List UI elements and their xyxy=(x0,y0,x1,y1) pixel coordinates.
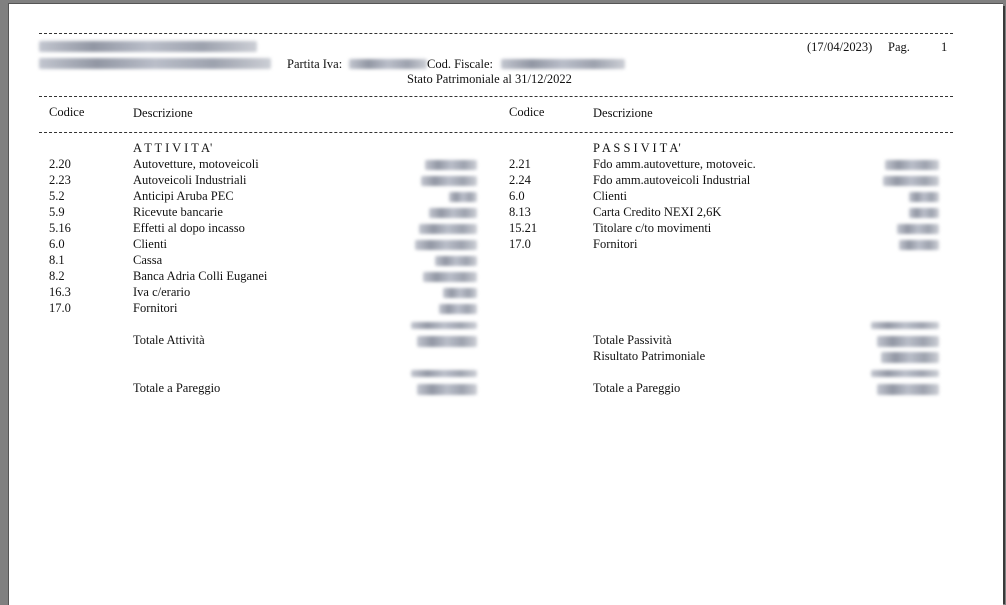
totale-passivita-label: Totale Passività xyxy=(593,333,672,347)
attivita-row-description: Clienti xyxy=(133,237,168,251)
passivita-row-code: 15.21 xyxy=(509,221,538,235)
attivita-row-redacted-amount xyxy=(425,160,477,170)
redacted-totale-pareggio-left xyxy=(417,384,477,395)
attivita-section-title: A T T I V I T A' xyxy=(133,141,213,155)
passivita-row-description: Titolare c/to movimenti xyxy=(593,221,712,235)
attivita-row-redacted-amount xyxy=(439,304,477,314)
attivita-row-code: 5.16 xyxy=(49,221,71,235)
attivita-row-redacted-amount xyxy=(449,192,477,202)
totale-attivita-label: Totale Attività xyxy=(133,333,205,347)
passivita-row-code: 6.0 xyxy=(509,189,525,203)
attivita-row-code: 2.23 xyxy=(49,173,71,187)
passivita-row-code: 2.24 xyxy=(509,173,531,187)
totale-pareggio-right-label: Totale a Pareggio xyxy=(593,381,681,395)
passivita-row-redacted-amount xyxy=(897,224,939,234)
attivita-subtotal-rule xyxy=(411,322,477,329)
redacted-risultato-patrimoniale xyxy=(881,352,939,363)
column-header-descrizione-right: Descrizione xyxy=(593,106,653,120)
passivita-row-code: 2.21 xyxy=(509,157,531,171)
totale-pareggio-left-label: Totale a Pareggio xyxy=(133,381,221,395)
attivita-row-redacted-amount xyxy=(415,240,477,250)
redacted-totale-passivita xyxy=(877,336,939,347)
attivita-row-redacted-amount xyxy=(423,272,477,282)
redacted-totale-pareggio-right xyxy=(877,384,939,395)
attivita-pareggio-rule xyxy=(411,370,477,377)
passivita-row-redacted-amount xyxy=(885,160,939,170)
passivita-row-code: 17.0 xyxy=(509,237,531,251)
report-title: Stato Patrimoniale al 31/12/2022 xyxy=(407,72,572,86)
redacted-company-name xyxy=(39,41,257,52)
report-page: (17/04/2023) Pag. 1 Partita Iva: Cod. Fi… xyxy=(8,3,1003,605)
partita-iva-label: Partita Iva: xyxy=(287,57,343,71)
cod-fiscale-label: Cod. Fiscale: xyxy=(427,57,493,71)
attivita-row-code: 17.0 xyxy=(49,301,71,315)
top-divider xyxy=(39,33,953,34)
attivita-row-description: Iva c/erario xyxy=(133,285,191,299)
attivita-row-description: Anticipi Aruba PEC xyxy=(133,189,234,203)
passivita-row-redacted-amount xyxy=(883,176,939,186)
columns-divider xyxy=(39,132,953,133)
redacted-company-address xyxy=(39,58,271,69)
attivita-row-code: 6.0 xyxy=(49,237,65,251)
passivita-row-redacted-amount xyxy=(899,240,939,250)
redacted-totale-attivita xyxy=(417,336,477,347)
attivita-row-description: Cassa xyxy=(133,253,163,267)
passivita-pareggio-rule xyxy=(871,370,939,377)
passivita-row-description: Clienti xyxy=(593,189,628,203)
passivita-section-title: P A S S I V I T A' xyxy=(593,141,681,155)
passivita-row-code: 8.13 xyxy=(509,205,531,219)
attivita-row-description: Autovetture, motoveicoli xyxy=(133,157,259,171)
column-header-descrizione-left: Descrizione xyxy=(133,106,193,120)
passivita-row-description: Fornitori xyxy=(593,237,638,251)
passivita-row-redacted-amount xyxy=(909,208,939,218)
attivita-row-code: 5.2 xyxy=(49,189,65,203)
page-number: 1 xyxy=(941,40,948,54)
report-date: (17/04/2023) xyxy=(807,40,873,54)
attivita-row-code: 5.9 xyxy=(49,205,65,219)
attivita-row-redacted-amount xyxy=(419,224,477,234)
passivita-row-redacted-amount xyxy=(909,192,939,202)
attivita-row-code: 8.1 xyxy=(49,253,65,267)
redacted-cod-fiscale xyxy=(501,59,625,69)
redacted-partita-iva xyxy=(349,59,427,69)
risultato-patrimoniale-label: Risultato Patrimoniale xyxy=(593,349,706,363)
attivita-row-description: Ricevute bancarie xyxy=(133,205,223,219)
attivita-row-description: Banca Adria Colli Euganei xyxy=(133,269,268,283)
passivita-row-description: Carta Credito NEXI 2,6K xyxy=(593,205,722,219)
attivita-row-description: Fornitori xyxy=(133,301,178,315)
attivita-row-description: Effetti al dopo incasso xyxy=(133,221,245,235)
attivita-row-code: 16.3 xyxy=(49,285,71,299)
attivita-row-redacted-amount xyxy=(429,208,477,218)
attivita-row-redacted-amount xyxy=(443,288,477,298)
attivita-row-code: 8.2 xyxy=(49,269,65,283)
attivita-row-redacted-amount xyxy=(435,256,477,266)
column-header-codice-left: Codice xyxy=(49,105,85,119)
attivita-row-code: 2.20 xyxy=(49,157,71,171)
header-divider xyxy=(39,96,953,97)
passivita-row-description: Fdo amm.autoveicoli Industrial xyxy=(593,173,751,187)
attivita-row-description: Autoveicoli Industriali xyxy=(133,173,247,187)
document-viewer: (17/04/2023) Pag. 1 Partita Iva: Cod. Fi… xyxy=(0,0,1006,605)
page-label: Pag. xyxy=(888,40,910,54)
passivita-subtotal-rule xyxy=(871,322,939,329)
attivita-row-redacted-amount xyxy=(421,176,477,186)
passivita-row-description: Fdo amm.autovetture, motoveic. xyxy=(593,157,756,171)
column-header-codice-right: Codice xyxy=(509,105,545,119)
